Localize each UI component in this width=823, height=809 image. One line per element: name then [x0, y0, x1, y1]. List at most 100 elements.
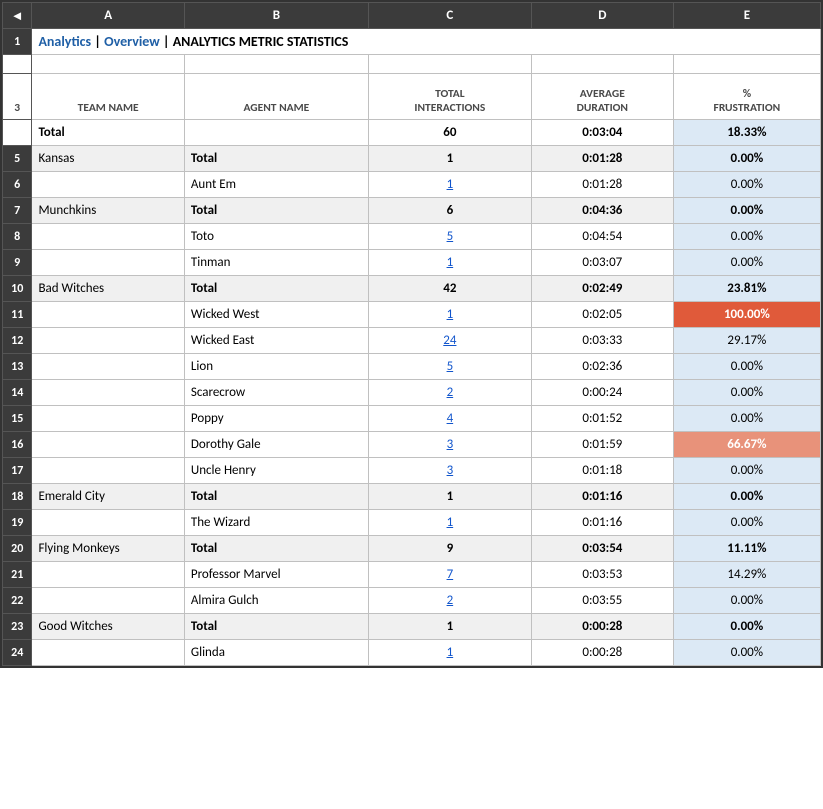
duration-cell: 0:00:24 [531, 380, 673, 406]
interactions-cell[interactable]: 24 [368, 328, 531, 354]
duration-cell: 0:00:28 [531, 614, 673, 640]
empty-row-2: 2 [3, 55, 821, 74]
interactions-cell[interactable]: 3 [368, 458, 531, 484]
data-row: 22Almira Gulch20:03:550.00% [3, 588, 821, 614]
data-row: 19The Wizard10:01:160.00% [3, 510, 821, 536]
average-duration-header: AVERAGE DURATION [531, 74, 673, 120]
team-name-cell [32, 432, 184, 458]
data-row: 24Glinda10:00:280.00% [3, 640, 821, 666]
team-name-cell: Emerald City [32, 484, 184, 510]
interactions-cell[interactable]: 7 [368, 562, 531, 588]
team-name-cell: Bad Witches [32, 276, 184, 302]
data-row: 9Tinman10:03:070.00% [3, 250, 821, 276]
frustration-cell: 0.00% [673, 614, 820, 640]
team-name-cell [32, 380, 184, 406]
duration-cell: 0:01:28 [531, 146, 673, 172]
interactions-cell[interactable]: 1 [368, 640, 531, 666]
row-num-8: 8 [3, 224, 32, 250]
interactions-cell[interactable]: 1 [368, 172, 531, 198]
row-num-7: 7 [3, 198, 32, 224]
row-num-16: 16 [3, 432, 32, 458]
interactions-cell[interactable]: 3 [368, 432, 531, 458]
agent-name-cell: Lion [184, 354, 368, 380]
row-num-24: 24 [3, 640, 32, 666]
col-d-header: D [531, 3, 673, 29]
data-row: 6Aunt Em10:01:280.00% [3, 172, 821, 198]
duration-cell: 0:03:53 [531, 562, 673, 588]
data-row: 13Lion50:02:360.00% [3, 354, 821, 380]
data-row: 16Dorothy Gale30:01:5966.67% [3, 432, 821, 458]
team-name-cell [32, 224, 184, 250]
duration-cell: 0:01:59 [531, 432, 673, 458]
col-e-header: E [673, 3, 820, 29]
empty-e2 [673, 55, 820, 74]
team-name-cell [32, 302, 184, 328]
agent-name-cell: Total [184, 484, 368, 510]
data-row: 21Professor Marvel70:03:5314.29% [3, 562, 821, 588]
row-num-15: 15 [3, 406, 32, 432]
frustration-cell: 0.00% [673, 380, 820, 406]
row-num-19: 19 [3, 510, 32, 536]
row-num-6: 6 [3, 172, 32, 198]
team-total-row: 10Bad WitchesTotal420:02:4923.81% [3, 276, 821, 302]
duration-cell: 0:03:54 [531, 536, 673, 562]
frustration-cell: 11.11% [673, 536, 820, 562]
agent-name-header-label: AGENT NAME [243, 101, 309, 115]
interactions-cell[interactable]: 1 [368, 250, 531, 276]
agent-name-cell: Wicked West [184, 302, 368, 328]
average-duration-line2: DURATION [577, 101, 628, 115]
duration-cell: 0:01:52 [531, 406, 673, 432]
interactions-cell[interactable]: 5 [368, 224, 531, 250]
grand-total-label: Total [32, 120, 184, 146]
agent-name-cell: Poppy [184, 406, 368, 432]
agent-name-cell: Wicked East [184, 328, 368, 354]
interactions-cell[interactable]: 1 [368, 510, 531, 536]
frustration-header: % FRUSTRATION [673, 74, 820, 120]
team-total-row: 7MunchkinsTotal60:04:360.00% [3, 198, 821, 224]
title-row: 1 Analytics | Overview | ANALYTICS METRI… [3, 29, 821, 55]
interactions-cell[interactable]: 2 [368, 588, 531, 614]
duration-cell: 0:01:16 [531, 510, 673, 536]
frustration-cell: 0.00% [673, 484, 820, 510]
agent-name-cell: Aunt Em [184, 172, 368, 198]
interactions-cell[interactable]: 4 [368, 406, 531, 432]
row-num-18: 18 [3, 484, 32, 510]
duration-cell: 0:01:16 [531, 484, 673, 510]
grand-total-agent [184, 120, 368, 146]
col-b-header: B [184, 3, 368, 29]
interactions-cell: 1 [368, 484, 531, 510]
row-num-17: 17 [3, 458, 32, 484]
team-name-header-label: TEAM NAME [78, 101, 139, 115]
interactions-cell[interactable]: 5 [368, 354, 531, 380]
data-row: 17Uncle Henry30:01:180.00% [3, 458, 821, 484]
spreadsheet: ◄ A B C D E 1 Analytics | Overview | ANA… [0, 0, 823, 668]
duration-cell: 0:01:18 [531, 458, 673, 484]
row-num-22: 22 [3, 588, 32, 614]
team-name-cell [32, 354, 184, 380]
row-num-3: 3 [3, 74, 32, 120]
interactions-cell[interactable]: 1 [368, 302, 531, 328]
total-interactions-line2: INTERACTIONS [414, 101, 485, 115]
duration-cell: 0:04:54 [531, 224, 673, 250]
agent-name-cell: Tinman [184, 250, 368, 276]
agent-name-cell: Toto [184, 224, 368, 250]
agent-name-cell: Total [184, 146, 368, 172]
duration-cell: 0:03:07 [531, 250, 673, 276]
agent-name-cell: Total [184, 536, 368, 562]
duration-cell: 0:02:36 [531, 354, 673, 380]
interactions-cell[interactable]: 2 [368, 380, 531, 406]
col-a-header: A [32, 3, 184, 29]
empty-a2 [32, 55, 184, 74]
grand-total-duration: 0:03:04 [531, 120, 673, 146]
column-header-row: ◄ A B C D E [3, 3, 821, 29]
team-name-cell [32, 172, 184, 198]
grand-total-row: 4 Total 60 0:03:04 18.33% [3, 120, 821, 146]
duration-cell: 0:02:49 [531, 276, 673, 302]
team-total-row: 5KansasTotal10:01:280.00% [3, 146, 821, 172]
section-title: ANALYTICS METRIC STATISTICS [173, 33, 349, 50]
interactions-cell: 42 [368, 276, 531, 302]
row-num-12: 12 [3, 328, 32, 354]
frustration-cell: 0.00% [673, 640, 820, 666]
frustration-cell: 23.81% [673, 276, 820, 302]
agent-name-cell: Total [184, 614, 368, 640]
